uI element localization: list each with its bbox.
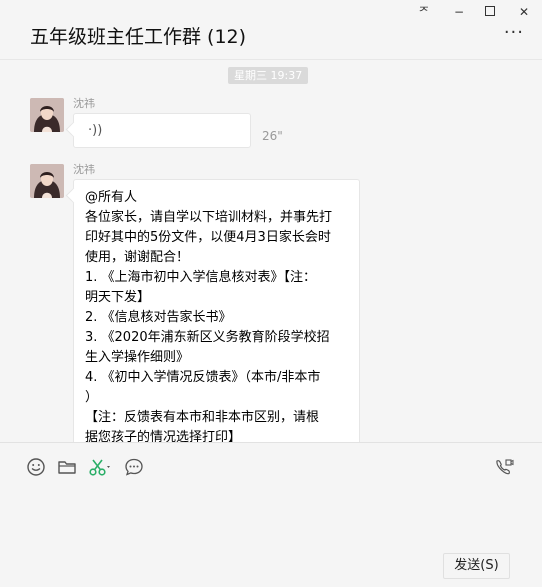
message-line: 各位家长，请自学以下培训材料，并事先打 — [85, 210, 333, 225]
message-line: 【注：反馈表有本市和非本市区别，请根 — [85, 410, 320, 425]
message-line: 4. 《初中入学情况反馈表》（本市/非本市 — [85, 370, 321, 385]
emoji-icon[interactable] — [26, 457, 48, 479]
chat-messages[interactable]: 星期三 19:37 沈祎 ·)) 26" 沈祎 @所有人 各位家长，请自学以下培… — [0, 61, 542, 442]
title-bar: 五年级班主任工作群 (12) ᅎ − ✕ ··· — [0, 0, 542, 60]
folder-icon[interactable] — [57, 457, 79, 479]
message-line: 印好其中的5份文件，以便4月3日家长会时 — [85, 230, 331, 245]
voice-bubble[interactable]: ·)) — [73, 113, 251, 148]
close-button[interactable]: ✕ — [514, 4, 534, 20]
message-line: 3. 《2020年浦东新区义务教育阶段学校招 — [85, 330, 330, 345]
chat-history-icon[interactable] — [124, 457, 146, 479]
message-line: @所有人 — [85, 190, 138, 205]
message-line: 2. 《信息核对告家长书》 — [85, 310, 232, 325]
voice-duration: 26" — [262, 129, 283, 143]
maximize-button[interactable] — [480, 4, 500, 20]
video-call-icon[interactable] — [494, 457, 516, 479]
voice-wave-icon: ·)) — [88, 123, 103, 138]
send-button[interactable]: 发送(S) — [443, 553, 510, 579]
pin-icon[interactable]: ᅎ — [414, 4, 434, 20]
message-line: 据您孩子的情况选择打印】 — [85, 430, 242, 442]
avatar[interactable] — [30, 98, 64, 132]
more-options-button[interactable]: ··· — [504, 24, 524, 42]
minimize-button[interactable]: − — [449, 4, 469, 20]
message-line: ） — [85, 390, 99, 405]
message-input[interactable] — [18, 491, 524, 541]
message-text: 沈祎 @所有人 各位家长，请自学以下培训材料，并事先打 印好其中的5份文件，以便… — [30, 163, 370, 442]
text-bubble[interactable]: @所有人 各位家长，请自学以下培训材料，并事先打 印好其中的5份文件，以便4月3… — [73, 179, 360, 442]
message-line: 生入学操作细则》 — [85, 350, 190, 365]
scissors-icon[interactable] — [88, 457, 116, 479]
timestamp-badge: 星期三 19:37 — [228, 67, 309, 84]
avatar[interactable] — [30, 164, 64, 198]
message-voice: 沈祎 ·)) 26" — [30, 97, 330, 158]
input-panel: 发送(S) — [0, 442, 542, 587]
chat-title: 五年级班主任工作群 (12) — [30, 26, 247, 48]
message-line: 使用，谢谢配合！ — [85, 250, 190, 265]
sender-name: 沈祎 — [73, 97, 95, 110]
message-line: 明天下发】 — [85, 290, 151, 305]
sender-name: 沈祎 — [73, 163, 95, 176]
message-line: 1. 《上海市初中入学信息核对表》【注： — [85, 270, 317, 285]
